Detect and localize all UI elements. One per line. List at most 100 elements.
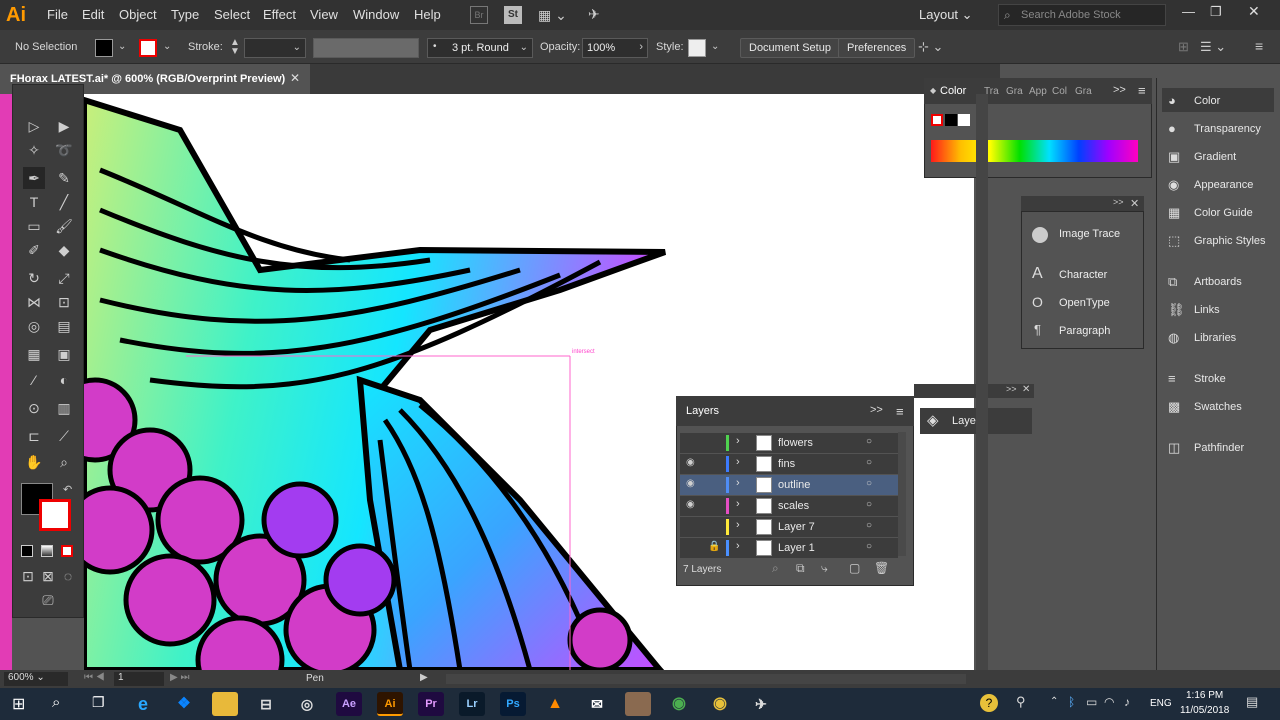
layer-name[interactable]: Layer 1 bbox=[778, 542, 815, 554]
visibility-eye-icon[interactable]: ◉ bbox=[686, 499, 695, 510]
user-photo-icon[interactable] bbox=[625, 692, 651, 716]
notifications-icon[interactable]: ▤ bbox=[1246, 694, 1258, 710]
blend-tool-icon[interactable]: ◐ bbox=[53, 369, 75, 391]
scale-tool-icon[interactable]: ⤢ bbox=[53, 267, 75, 289]
close-tab-icon[interactable]: ✕ bbox=[290, 71, 300, 85]
stroke-weight-field[interactable]: ⌄ bbox=[244, 38, 306, 58]
direct-selection-tool-icon[interactable]: ▶ bbox=[53, 115, 75, 137]
black-swatch[interactable] bbox=[945, 114, 957, 126]
slice-tool-icon[interactable]: ⟋ bbox=[53, 425, 75, 447]
target-circle-icon[interactable]: ○ bbox=[866, 478, 872, 489]
bridge-icon[interactable]: Br bbox=[470, 6, 488, 24]
status-menu-icon[interactable]: ▶ bbox=[420, 672, 428, 683]
tab-gradient[interactable]: Gra bbox=[1006, 86, 1023, 97]
bluetooth-icon[interactable]: ᛒ bbox=[1068, 695, 1075, 709]
horizontal-scrollbar[interactable] bbox=[446, 674, 966, 684]
vertical-scrollbar[interactable] bbox=[976, 94, 988, 670]
color-mode-icon[interactable] bbox=[21, 545, 33, 557]
last-artboard-icon[interactable]: ▶ ⏭ bbox=[170, 672, 189, 683]
dock-item-gradient[interactable]: Gradient bbox=[1194, 151, 1236, 163]
fill-dropdown-icon[interactable]: ⌄ bbox=[118, 41, 126, 52]
menu-window[interactable]: Window bbox=[353, 7, 399, 22]
layers-expand-icon[interactable]: >> bbox=[870, 404, 883, 416]
task-view-icon[interactable]: ❐ bbox=[92, 694, 105, 711]
screen-mode-icon[interactable]: ⎚ bbox=[37, 589, 59, 611]
help-tray-icon[interactable]: ? bbox=[980, 694, 998, 712]
gradient-tool-icon[interactable]: ▣ bbox=[53, 343, 75, 365]
none-mode-icon[interactable] bbox=[61, 545, 73, 557]
draw-inside-icon[interactable]: ◌ bbox=[57, 565, 79, 587]
style-dropdown-icon[interactable]: ⌄ bbox=[711, 41, 719, 52]
stroke-dropdown-icon[interactable]: ⌄ bbox=[163, 41, 171, 52]
dock-item-pathfinder[interactable]: Pathfinder bbox=[1194, 442, 1244, 454]
panel-menu-icon[interactable]: ≡ bbox=[1138, 83, 1146, 98]
dock-item-libraries[interactable]: Libraries bbox=[1194, 332, 1236, 344]
perspective-grid-tool-icon[interactable]: ▤ bbox=[53, 315, 75, 337]
tab-color-guide[interactable]: Col bbox=[1052, 86, 1067, 97]
chrome-icon[interactable]: ◉ bbox=[666, 692, 692, 716]
layer-row[interactable]: › flowers ○ bbox=[680, 433, 898, 453]
minimize-icon[interactable]: — bbox=[1182, 4, 1195, 19]
zoom-tool-icon[interactable]: ⌕ bbox=[53, 451, 75, 473]
visibility-eye-icon[interactable]: ◉ bbox=[686, 478, 695, 489]
artboard-tool-icon[interactable]: ⊏ bbox=[23, 425, 45, 447]
first-artboard-icon[interactable]: ⏮ ◀ bbox=[84, 672, 105, 683]
file-explorer-icon[interactable] bbox=[212, 692, 238, 716]
lasso-tool-icon[interactable]: ➰ bbox=[53, 139, 75, 161]
trace-panel-expand-icon[interactable]: >> bbox=[1113, 197, 1124, 207]
preferences-button[interactable]: Preferences bbox=[838, 38, 916, 58]
target-circle-icon[interactable]: ○ bbox=[866, 499, 872, 510]
rotate-tool-icon[interactable]: ↻ bbox=[23, 267, 45, 289]
layer-row[interactable]: ◉ › fins ○ bbox=[680, 454, 898, 474]
menu-type[interactable]: Type bbox=[171, 7, 199, 22]
expand-layer-icon[interactable]: › bbox=[736, 519, 740, 531]
expand-layer-icon[interactable]: › bbox=[736, 477, 740, 489]
curvature-tool-icon[interactable]: ✎ bbox=[53, 167, 75, 189]
layers-menu-icon[interactable]: ≡ bbox=[896, 404, 904, 419]
paintbrush-tool-icon[interactable]: 🖌 bbox=[53, 215, 75, 237]
menu-object[interactable]: Object bbox=[119, 7, 157, 22]
dock-item-appearance[interactable]: Appearance bbox=[1194, 179, 1253, 191]
target-circle-icon[interactable]: ○ bbox=[866, 520, 872, 531]
lightroom-icon[interactable]: Lr bbox=[459, 692, 485, 716]
transform-icon[interactable]: ⊞ bbox=[1178, 39, 1189, 55]
menu-help[interactable]: Help bbox=[414, 7, 441, 22]
layer-name[interactable]: scales bbox=[778, 500, 809, 512]
align-icon[interactable]: ⊹ ⌄ bbox=[918, 39, 943, 55]
layer-row[interactable]: ◉ › outline ○ bbox=[680, 475, 898, 495]
locate-object-icon[interactable]: ⌕ bbox=[772, 561, 779, 576]
tray-chevron-icon[interactable]: ⌃ bbox=[1050, 696, 1058, 707]
width-tool-icon[interactable]: ⋈ bbox=[23, 291, 45, 313]
windows-start-icon[interactable]: ⊞ bbox=[12, 694, 25, 714]
menu-select[interactable]: Select bbox=[214, 7, 250, 22]
after-effects-icon[interactable]: Ae bbox=[336, 692, 362, 716]
color-spectrum[interactable] bbox=[931, 140, 1138, 162]
artboard-field[interactable]: 1 bbox=[114, 672, 164, 686]
new-sublayer-icon[interactable]: ⤷ bbox=[821, 561, 828, 576]
eyedropper-tool-icon[interactable]: ⁄ bbox=[23, 369, 45, 391]
volume-icon[interactable]: ♪ bbox=[1124, 695, 1130, 709]
language-indicator[interactable]: ENG bbox=[1150, 698, 1172, 709]
dock-item-color[interactable]: Color bbox=[1194, 95, 1220, 107]
variable-width-profile[interactable] bbox=[313, 38, 419, 58]
line-tool-icon[interactable]: ╱ bbox=[53, 191, 75, 213]
trace-panel-close-icon[interactable]: ✕ bbox=[1130, 197, 1139, 210]
graphic-style-swatch[interactable] bbox=[688, 39, 706, 57]
zoom-field[interactable]: 600% ⌄ bbox=[4, 672, 68, 686]
color-panel-tab[interactable]: Color bbox=[940, 85, 966, 97]
panel-expand-icon[interactable]: >> bbox=[1113, 84, 1126, 96]
workspace-switcher[interactable]: Layout ⌄ bbox=[919, 7, 973, 23]
opacity-field[interactable]: 100% › bbox=[582, 38, 648, 58]
dock-item-artboards[interactable]: Artboards bbox=[1194, 276, 1242, 288]
premiere-icon[interactable]: Pr bbox=[418, 692, 444, 716]
layers-mini-expand-icon[interactable]: >> bbox=[1006, 384, 1017, 394]
stroke-color-box[interactable] bbox=[39, 499, 71, 531]
restore-icon[interactable]: ❐ bbox=[1210, 4, 1222, 20]
shaper-tool-icon[interactable]: ✐ bbox=[23, 239, 45, 261]
dock-item-transparency[interactable]: Transparency bbox=[1194, 123, 1261, 135]
stroke-swatch[interactable] bbox=[139, 39, 157, 57]
column-graph-tool-icon[interactable]: ▥ bbox=[53, 397, 75, 419]
layer-name[interactable]: Layer 7 bbox=[778, 521, 815, 533]
stock-icon[interactable]: St bbox=[504, 6, 522, 24]
photoshop-icon[interactable]: Ps bbox=[500, 692, 526, 716]
